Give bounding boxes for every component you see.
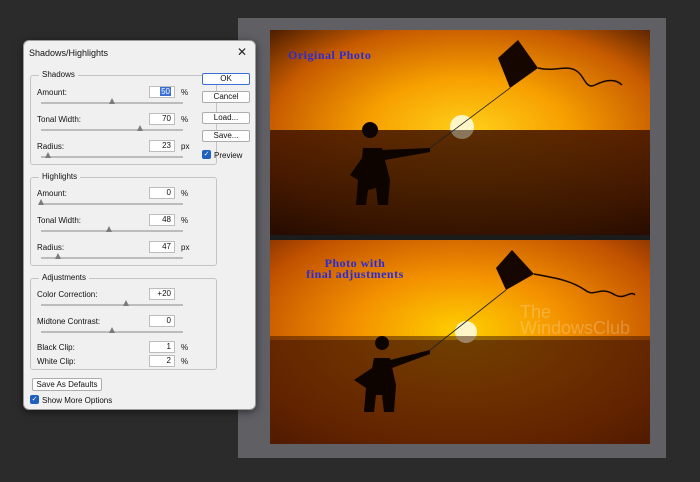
white-clip-label: White Clip: xyxy=(37,357,76,366)
shadows-tonal-width-slider[interactable] xyxy=(41,125,183,131)
adjustments-group: Adjustments Color Correction: +20 Midton… xyxy=(30,273,217,370)
highlights-amount-row: Amount: 0 % xyxy=(31,187,216,215)
highlights-radius-thumb[interactable] xyxy=(55,253,62,259)
highlights-radius-input[interactable]: 47 xyxy=(149,241,175,253)
color-correction-row: Color Correction: +20 xyxy=(31,288,216,316)
highlights-amount-unit: % xyxy=(181,189,189,198)
highlights-amount-thumb[interactable] xyxy=(38,199,44,205)
shadows-radius-input[interactable]: 23 xyxy=(149,140,175,152)
highlights-tonal-width-unit: % xyxy=(181,216,189,225)
save-as-defaults-button[interactable]: Save As Defaults xyxy=(32,378,102,391)
shadows-group: Shadows Amount: 50 % Tonal Width: 70 % R… xyxy=(30,70,217,168)
shadows-tonal-width-label: Tonal Width: xyxy=(37,115,82,124)
watermark: The WindowsClub xyxy=(520,303,631,338)
shadows-tonal-width-row: Tonal Width: 70 % xyxy=(31,113,216,141)
white-clip-row: White Clip: 2 % xyxy=(31,355,216,369)
midtone-contrast-input[interactable]: 0 xyxy=(149,315,175,327)
highlights-amount-input[interactable]: 0 xyxy=(149,187,175,199)
shadows-amount-thumb[interactable] xyxy=(109,98,115,104)
black-clip-row: Black Clip: 1 % xyxy=(31,341,216,355)
shadows-amount-unit: % xyxy=(181,88,189,97)
highlights-radius-row: Radius: 47 px xyxy=(31,241,216,269)
shadows-legend: Shadows xyxy=(39,70,78,79)
color-correction-input[interactable]: +20 xyxy=(149,288,175,300)
save-button[interactable]: Save... xyxy=(202,130,250,142)
midtone-contrast-slider[interactable] xyxy=(41,327,183,333)
highlights-radius-unit: px xyxy=(181,243,190,252)
white-clip-input[interactable]: 2 xyxy=(149,355,175,367)
highlights-amount-slider[interactable] xyxy=(38,199,183,205)
shadows-tonal-width-thumb[interactable] xyxy=(137,125,144,131)
bottom-caption-line2: final adjustments xyxy=(306,267,404,281)
shadows-amount-slider[interactable] xyxy=(41,98,183,104)
shadows-amount-row: Amount: 50 % xyxy=(31,86,216,114)
shadows-radius-thumb[interactable] xyxy=(45,152,52,158)
cancel-button[interactable]: Cancel xyxy=(202,91,250,103)
shadows-radius-label: Radius: xyxy=(37,142,65,151)
shadows-amount-input[interactable]: 50 xyxy=(149,86,175,98)
load-button[interactable]: Load... xyxy=(202,112,250,124)
shadows-radius-row: Radius: 23 px xyxy=(31,140,216,168)
white-clip-unit: % xyxy=(181,357,189,366)
shadows-highlights-dialog: Shadows/Highlights ✕ Shadows Amount: 50 … xyxy=(23,40,256,410)
original-photo: Original Photo xyxy=(270,30,650,235)
adjusted-photo: Photo with final adjustments The Windows… xyxy=(270,240,650,444)
close-icon[interactable]: ✕ xyxy=(237,45,247,59)
shadows-amount-label: Amount: xyxy=(37,88,67,97)
midtone-contrast-label: Midtone Contrast: xyxy=(37,317,101,326)
color-correction-thumb[interactable] xyxy=(123,300,130,306)
top-caption: Original Photo xyxy=(288,48,372,62)
highlights-group: Highlights Amount: 0 % Tonal Width: 48 %… xyxy=(30,172,217,269)
highlights-radius-slider[interactable] xyxy=(41,253,183,259)
midtone-contrast-thumb[interactable] xyxy=(109,327,115,333)
bottom-caption: Photo with final adjustments xyxy=(280,257,430,281)
preview-checkbox[interactable]: ✓ xyxy=(202,150,211,159)
adjustments-legend: Adjustments xyxy=(39,273,90,282)
highlights-tonal-width-row: Tonal Width: 48 % xyxy=(31,214,216,242)
shadows-tonal-width-input[interactable]: 70 xyxy=(149,113,175,125)
shadows-tonal-width-unit: % xyxy=(181,115,189,124)
highlights-amount-label: Amount: xyxy=(37,189,67,198)
midtone-contrast-row: Midtone Contrast: 0 xyxy=(31,315,216,343)
ok-button[interactable]: OK xyxy=(202,73,250,85)
black-clip-unit: % xyxy=(181,343,189,352)
highlights-legend: Highlights xyxy=(39,172,81,181)
show-more-options-label: Show More Options xyxy=(42,396,113,405)
color-correction-label: Color Correction: xyxy=(37,290,98,299)
highlights-tonal-width-thumb[interactable] xyxy=(106,226,113,232)
dialog-title: Shadows/Highlights xyxy=(29,48,109,58)
shadows-radius-unit: px xyxy=(181,142,190,151)
color-correction-slider[interactable] xyxy=(41,300,183,306)
shadows-radius-slider[interactable] xyxy=(41,152,183,158)
show-more-options-checkbox[interactable]: ✓ xyxy=(30,395,39,404)
preview-label: Preview xyxy=(214,151,243,160)
black-clip-label: Black Clip: xyxy=(37,343,75,352)
document[interactable]: Original Photo Photo with final adjustme… xyxy=(270,30,650,444)
highlights-radius-label: Radius: xyxy=(37,243,65,252)
watermark-line2: WindowsClub xyxy=(520,318,631,338)
highlights-tonal-width-label: Tonal Width: xyxy=(37,216,82,225)
highlights-tonal-width-input[interactable]: 48 xyxy=(149,214,175,226)
highlights-tonal-width-slider[interactable] xyxy=(41,226,183,232)
black-clip-input[interactable]: 1 xyxy=(149,341,175,353)
